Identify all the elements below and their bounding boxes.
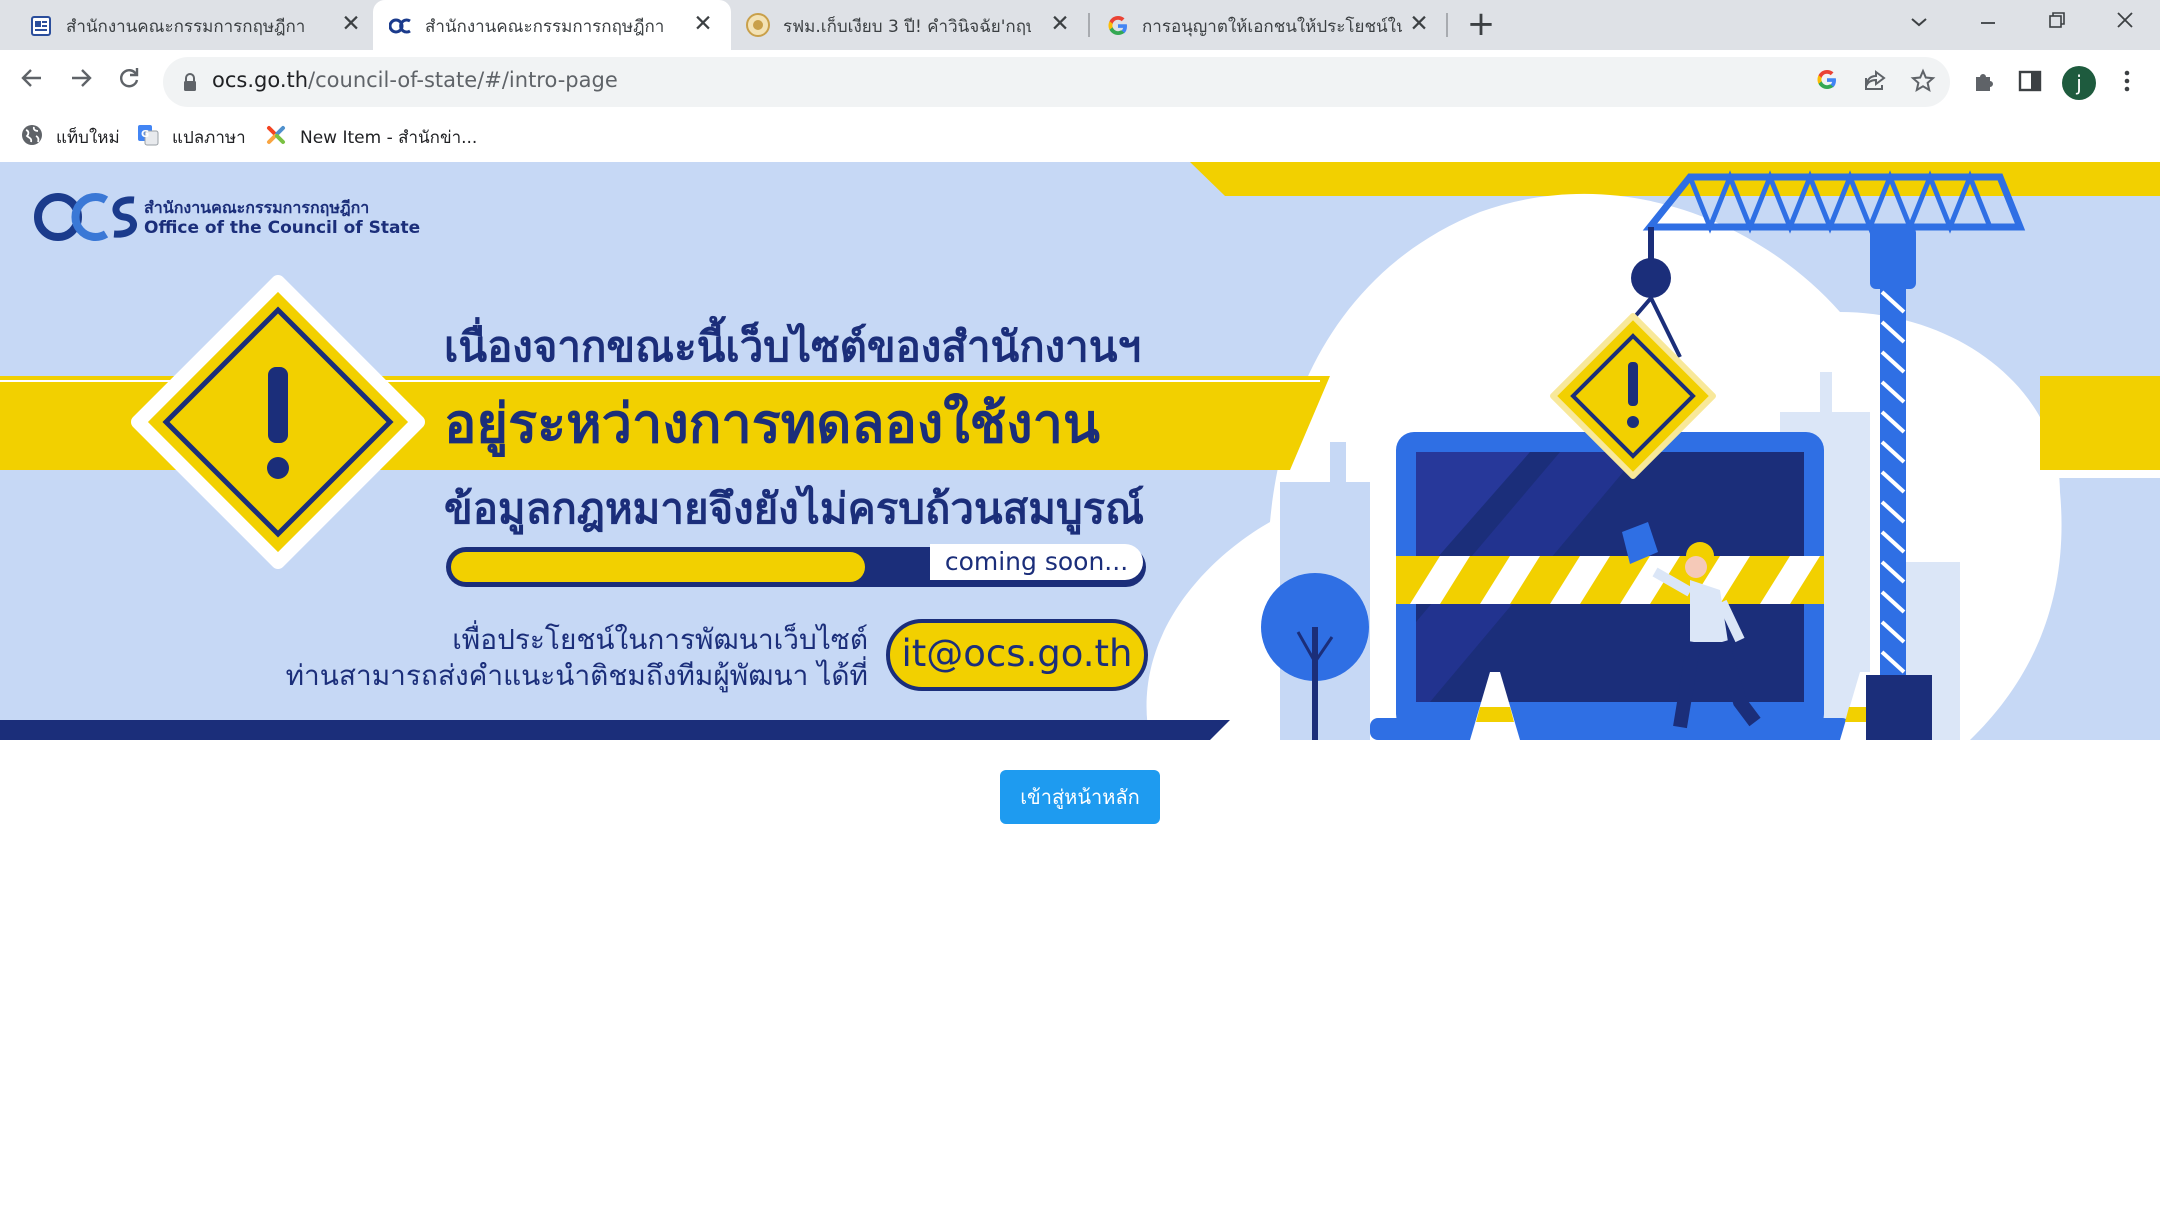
- tab-3[interactable]: รฟม.เก็บเงียบ 3 ปี! คำวินิจฉัย'กฤษฎีกา ✕: [731, 0, 1090, 50]
- bookmark-translate[interactable]: G แปลภาษา: [136, 122, 256, 150]
- reload-button[interactable]: [111, 64, 147, 100]
- url-path: /council-of-state/#/intro-page: [308, 68, 618, 92]
- contact-line-2: ท่านสามารถส่งคำแนะนำติชมถึงทีมผู้พัฒนา ไ…: [285, 659, 868, 692]
- bookmark-new-item[interactable]: New Item - สำนักข่า...: [264, 122, 478, 150]
- progress-fill: [451, 552, 865, 582]
- coming-soon-label: coming soon...: [930, 544, 1143, 580]
- close-icon[interactable]: ✕: [338, 11, 364, 37]
- forward-button[interactable]: [63, 64, 99, 100]
- tab-search-chevron-icon[interactable]: [1897, 5, 1941, 41]
- tab-title: สำนักงานคณะกรรมการกฤษฎีกา: [66, 17, 306, 37]
- tab-title: สำนักงานคณะกรรมการกฤษฎีกา: [425, 17, 665, 37]
- notice-line-2: อยู่ระหว่างการทดลองใช้งาน: [444, 392, 1100, 455]
- share-icon[interactable]: [1860, 68, 1890, 98]
- minimize-button[interactable]: [1966, 5, 2010, 41]
- profile-avatar[interactable]: j: [2062, 66, 2096, 100]
- extensions-puzzle-icon[interactable]: [1969, 68, 1999, 98]
- google-lens-icon[interactable]: [1812, 68, 1842, 98]
- svg-text:G: G: [141, 129, 149, 140]
- tab-separator: [1446, 13, 1448, 37]
- tab-title: รฟม.เก็บเงียบ 3 ปี! คำวินิจฉัย'กฤษฎีกา: [783, 17, 1031, 37]
- contact-email[interactable]: it@ocs.go.th: [886, 619, 1148, 691]
- maintenance-banner: สำนักงานคณะกรรมการกฤษฎีกา Office of the …: [0, 162, 2160, 740]
- close-icon[interactable]: ✕: [1047, 11, 1073, 37]
- tab-2-active[interactable]: สำนักงานคณะกรรมการกฤษฎีกา ✕: [373, 0, 731, 50]
- bookmark-label: New Item - สำนักข่า...: [300, 128, 478, 148]
- notice-line-3: ข้อมูลกฎหมายจึงยังไม่ครบถ้วนสมบูรณ์: [444, 484, 1145, 533]
- ocs-doc-icon: [31, 16, 51, 36]
- tab-title: การอนุญาตให้เอกชนให้ประโยชน์ในที่ดิน: [1142, 17, 1402, 37]
- lock-icon[interactable]: [182, 71, 198, 93]
- back-button[interactable]: [14, 64, 50, 100]
- bookmark-new-tab[interactable]: แท็บใหม่: [20, 122, 130, 150]
- news-icon: [746, 13, 770, 37]
- restore-button[interactable]: [2035, 5, 2079, 41]
- new-tab-button[interactable]: +: [1465, 7, 1497, 41]
- globe-icon: [22, 125, 42, 145]
- google-g-icon: [1108, 16, 1127, 35]
- bookmark-star-icon[interactable]: [1908, 68, 1938, 98]
- joomla-icon: [267, 126, 285, 144]
- side-panel-icon[interactable]: [2015, 68, 2045, 98]
- ocs-logo-icon: [389, 18, 411, 34]
- notice-line-1: เนื่องจากขณะนี้เว็บไซต์ของสำนักงานฯ: [444, 322, 1142, 371]
- tab-1[interactable]: สำนักงานคณะกรรมการกฤษฎีกา ✕: [0, 0, 373, 50]
- url-text[interactable]: ocs.go.th/council-of-state/#/intro-page: [212, 68, 618, 92]
- close-icon[interactable]: ✕: [1406, 11, 1432, 37]
- close-icon[interactable]: ✕: [690, 11, 716, 37]
- menu-kebab-icon[interactable]: [2112, 68, 2142, 98]
- tab-4[interactable]: การอนุญาตให้เอกชนให้ประโยชน์ในที่ดิน ✕: [1090, 0, 1448, 50]
- bookmark-label: แปลภาษา: [172, 128, 246, 148]
- enter-main-page-button[interactable]: เข้าสู่หน้าหลัก: [1000, 770, 1160, 824]
- close-window-button[interactable]: [2103, 5, 2147, 41]
- url-host: ocs.go.th: [212, 68, 309, 92]
- bookmark-label: แท็บใหม่: [56, 128, 120, 148]
- google-translate-icon: G: [138, 125, 159, 146]
- logo-english-text: Office of the Council of State: [144, 218, 421, 238]
